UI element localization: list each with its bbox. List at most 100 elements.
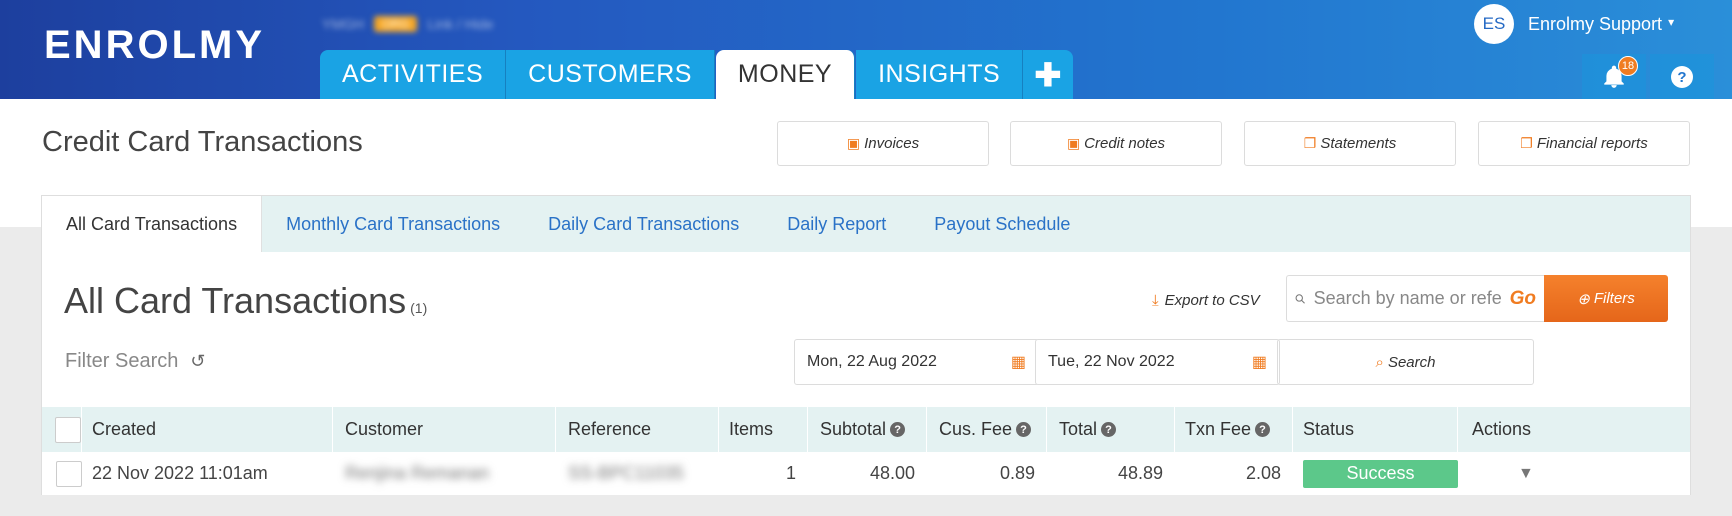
col-subtotal[interactable]: Subtotal?: [808, 407, 927, 452]
date-from-value: Mon, 22 Aug 2022: [807, 353, 937, 370]
cell-status: Success: [1293, 452, 1458, 495]
calendar-icon: ▦: [1251, 354, 1267, 371]
credit-notes-label: Credit notes: [1084, 135, 1166, 152]
svg-text:?: ?: [1677, 69, 1686, 86]
col-items-label: Items: [729, 419, 774, 439]
main-nav: ACTIVITIES CUSTOMERS MONEY INSIGHTS ✚: [320, 50, 1074, 99]
search-button[interactable]: ⌕ Search: [1277, 339, 1534, 385]
search-box: Go: [1286, 275, 1544, 322]
plus-icon: ✚: [1034, 56, 1062, 93]
invoices-button[interactable]: ▣ Invoices: [777, 121, 989, 166]
chevron-down-icon: ▾: [1668, 15, 1675, 29]
org-badge: ORG: [374, 16, 418, 32]
row-checkbox[interactable]: [56, 460, 82, 487]
col-cus-fee[interactable]: Cus. Fee?: [927, 407, 1047, 452]
reset-icon[interactable]: ↺: [190, 351, 205, 372]
transactions-card: All Card Transactions Monthly Card Trans…: [41, 195, 1691, 495]
cell-created: 22 Nov 2022 11:01am: [92, 463, 268, 483]
cell-cus-fee: 0.89: [999, 463, 1035, 483]
statements-button[interactable]: ❐ Statements: [1244, 121, 1456, 166]
search-button-label: Search: [1387, 353, 1436, 371]
nav-tab-money[interactable]: MONEY: [715, 50, 856, 99]
plus-circle-icon: ⊕: [1577, 290, 1590, 308]
col-created[interactable]: Created: [82, 407, 333, 452]
col-txn-fee[interactable]: Txn Fee?: [1175, 407, 1293, 452]
nav-tab-insights[interactable]: INSIGHTS: [856, 50, 1024, 99]
invoices-label: Invoices: [864, 135, 920, 152]
result-count: (1): [410, 300, 428, 316]
col-status[interactable]: Status: [1293, 407, 1458, 452]
export-csv-button[interactable]: ⤓ Export to CSV: [1152, 292, 1260, 309]
col-reference[interactable]: Reference: [556, 407, 719, 452]
search-icon: [1295, 293, 1305, 304]
date-to-picker[interactable]: Tue, 22 Nov 2022 ▦: [1035, 339, 1280, 385]
cell-customer[interactable]: Renjina Remanan: [333, 452, 556, 495]
notifications-button[interactable]: 18: [1582, 54, 1646, 100]
col-subtotal-label: Subtotal: [820, 419, 887, 439]
download-icon: ⤓: [1152, 292, 1159, 309]
help-icon[interactable]: ?: [1101, 422, 1117, 437]
row-actions-chevron-icon[interactable]: ▼: [1518, 465, 1534, 483]
credit-notes-button[interactable]: ▣ Credit notes: [1010, 121, 1222, 166]
nav-tab-activities[interactable]: ACTIVITIES: [320, 50, 507, 99]
subtab-daily-card-transactions[interactable]: Daily Card Transactions: [524, 196, 763, 252]
nav-tab-customers[interactable]: CUSTOMERS: [506, 50, 715, 99]
money-icon: ▣: [1066, 135, 1081, 151]
user-menu[interactable]: ES Enrolmy Support ▾: [1474, 4, 1674, 44]
subtab-daily-report[interactable]: Daily Report: [763, 196, 910, 252]
cell-total: 48.89: [1117, 463, 1163, 483]
search-input[interactable]: [1313, 288, 1502, 309]
enrolmy-logo[interactable]: ENROLMY: [44, 23, 265, 67]
financial-reports-button[interactable]: ❐ Financial reports: [1478, 121, 1690, 166]
go-button[interactable]: Go: [1510, 288, 1536, 310]
section-title-text: All Card Transactions: [64, 280, 407, 321]
section-title: All Card Transactions (1): [64, 280, 427, 322]
col-reference-label: Reference: [568, 419, 652, 439]
help-icon[interactable]: ?: [1255, 422, 1271, 437]
help-icon[interactable]: ?: [890, 422, 906, 437]
subtab-all-card-transactions[interactable]: All Card Transactions: [42, 196, 263, 252]
cell-txn-fee: 2.08: [1245, 463, 1281, 483]
copy-icon: ❐: [1520, 135, 1533, 151]
table-header: Created Customer Reference Items Subtota…: [42, 407, 1690, 452]
statements-label: Statements: [1320, 135, 1397, 152]
org-switcher[interactable]: YMGH ORG Link / Hide: [322, 16, 494, 32]
date-from-picker[interactable]: Mon, 22 Aug 2022 ▦: [794, 339, 1039, 385]
cell-customer-name: Renjina Remanan: [345, 463, 490, 483]
col-customer[interactable]: Customer: [333, 407, 556, 452]
help-icon[interactable]: ?: [1016, 422, 1032, 437]
col-items[interactable]: Items: [719, 407, 808, 452]
status-badge: Success: [1303, 459, 1458, 488]
col-actions-label: Actions: [1472, 419, 1532, 439]
user-name: Enrolmy Support: [1528, 13, 1663, 34]
help-icon: ?: [1671, 66, 1693, 88]
row-select-cell: [42, 452, 82, 495]
filters-label: Filters: [1593, 290, 1635, 307]
cell-reference[interactable]: SS-BPC11035: [556, 452, 719, 495]
money-icon: ▣: [846, 135, 861, 151]
cell-items: 1: [785, 463, 796, 483]
date-to-value: Tue, 22 Nov 2022: [1048, 353, 1175, 370]
filters-button[interactable]: ⊕ Filters: [1544, 275, 1668, 322]
help-button[interactable]: ?: [1650, 54, 1714, 100]
cell-actions: ▼: [1458, 452, 1690, 495]
select-all-checkbox[interactable]: [55, 416, 81, 443]
col-txn-fee-label: Txn Fee: [1185, 419, 1252, 439]
col-total[interactable]: Total?: [1047, 407, 1175, 452]
col-status-label: Status: [1303, 419, 1355, 439]
org-name: YMGH: [322, 16, 364, 32]
subtab-monthly-card-transactions[interactable]: Monthly Card Transactions: [262, 196, 524, 252]
avatar: ES: [1474, 4, 1514, 44]
add-button[interactable]: ✚: [1023, 50, 1074, 99]
export-csv-label: Export to CSV: [1164, 292, 1260, 309]
search-icon: ⌕: [1375, 353, 1384, 371]
filter-search-label: Filter Search: [65, 350, 179, 372]
select-all-cell: [42, 407, 82, 452]
copy-icon: ❐: [1303, 135, 1317, 151]
col-customer-label: Customer: [345, 419, 424, 439]
financial-reports-label: Financial reports: [1536, 135, 1648, 152]
subtab-bar: All Card Transactions Monthly Card Trans…: [42, 196, 1690, 252]
filter-search-toggle[interactable]: Filter Search ↺: [65, 350, 205, 373]
subtab-payout-schedule[interactable]: Payout Schedule: [910, 196, 1094, 252]
col-total-label: Total: [1059, 419, 1098, 439]
